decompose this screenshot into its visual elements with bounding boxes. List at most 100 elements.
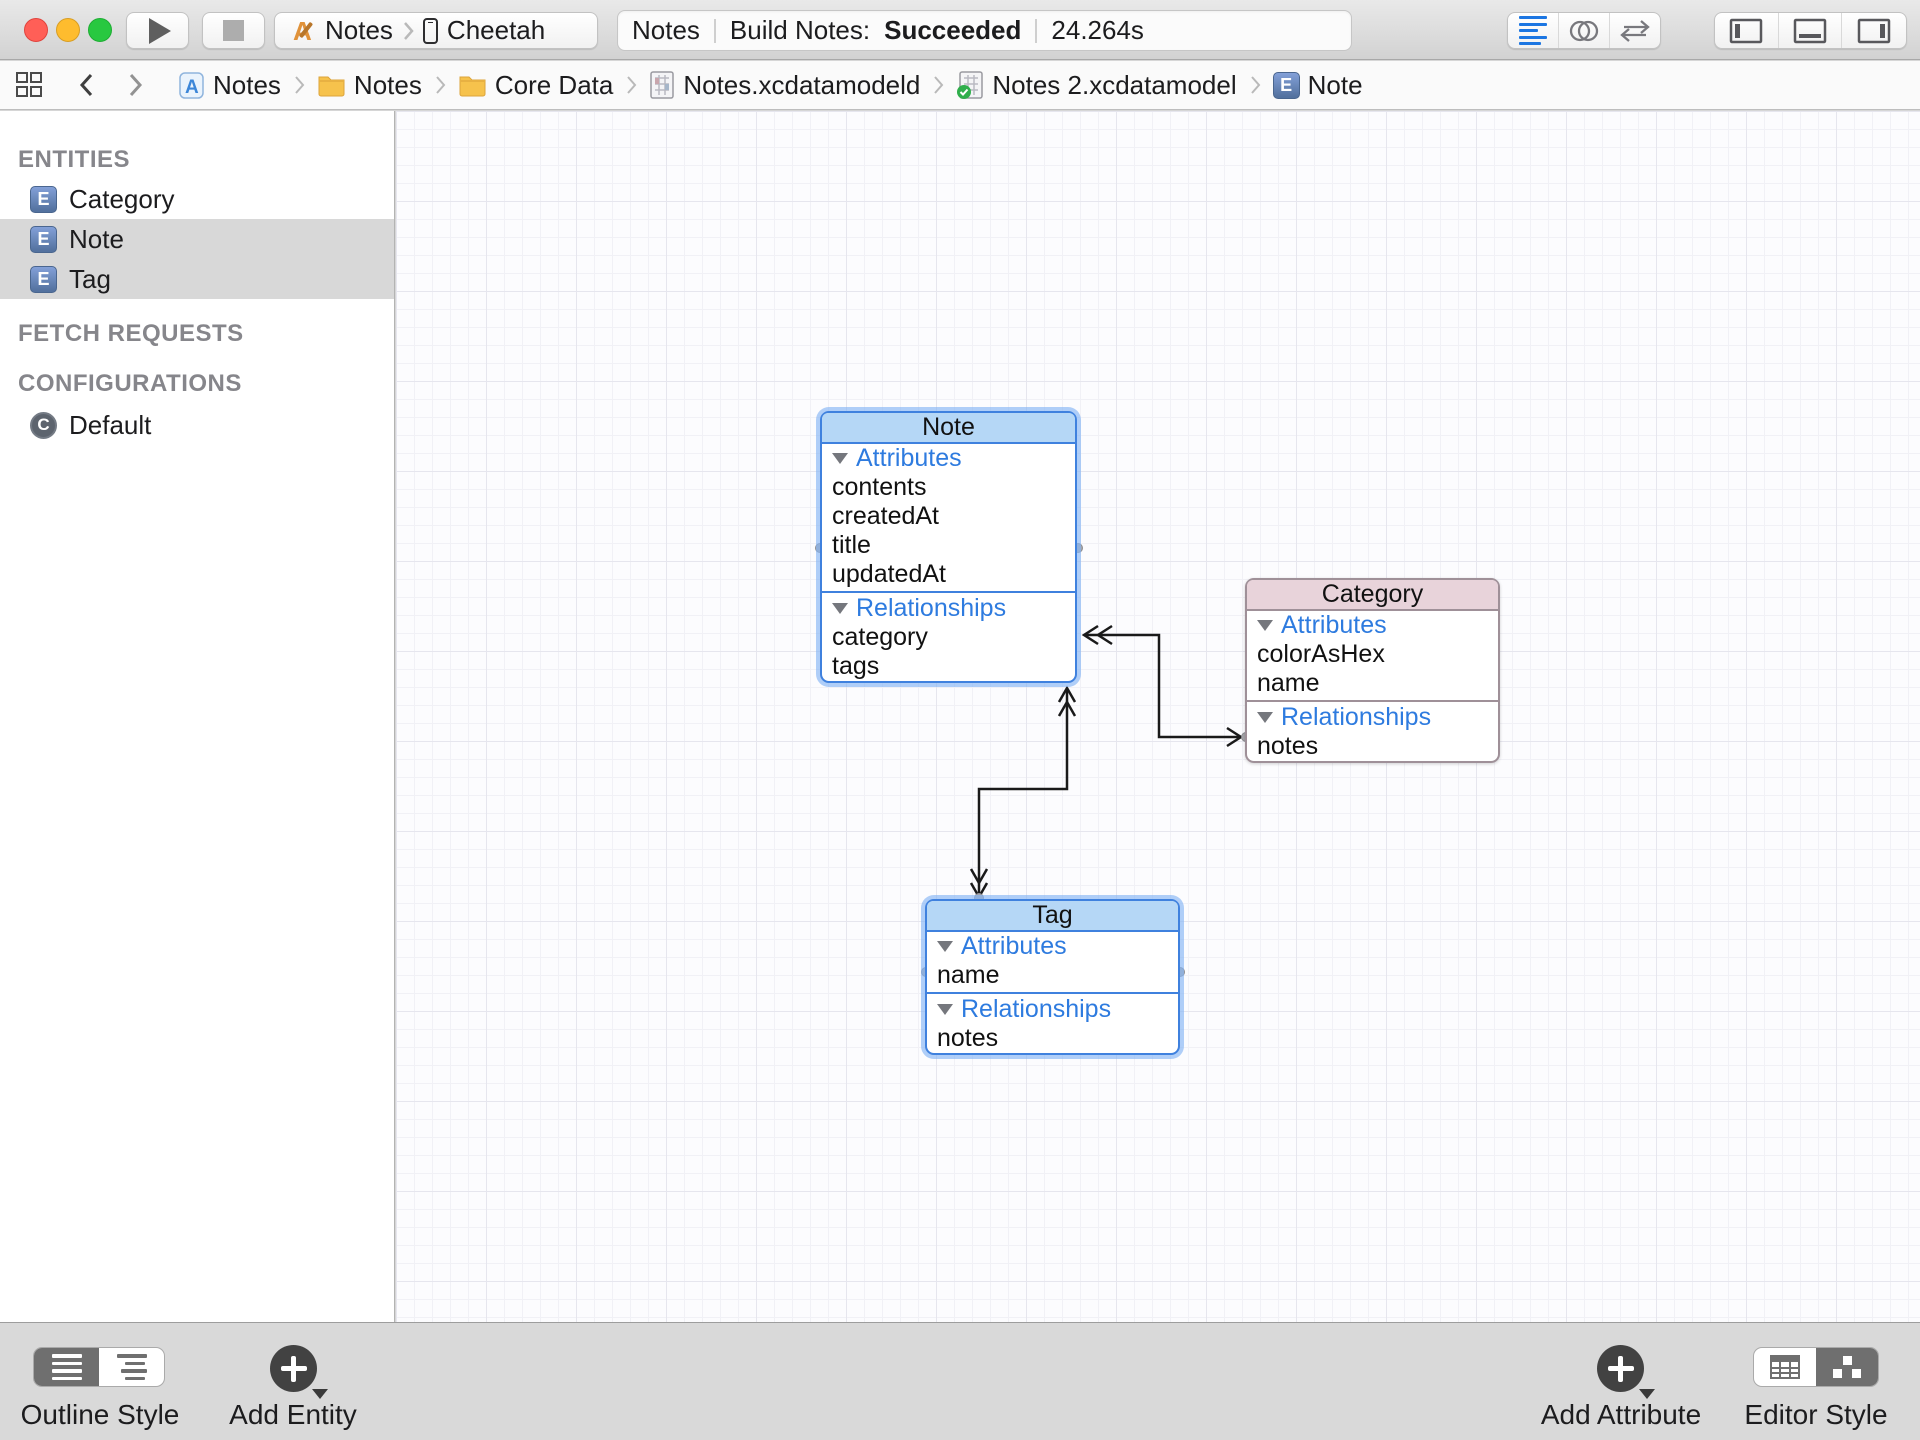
relationship-arrows — [396, 111, 1920, 1322]
status-project: Notes — [632, 15, 700, 46]
forward-icon[interactable] — [128, 72, 144, 98]
outline-style-label: Outline Style — [10, 1399, 190, 1431]
standard-editor-button[interactable] — [1508, 13, 1559, 48]
assistant-editor-icon — [1567, 18, 1601, 44]
editor-style-table-button[interactable] — [1754, 1348, 1816, 1386]
breadcrumb-xcdatamodeld[interactable]: Notes.xcdatamodeld — [649, 70, 920, 101]
editor-mode-segmented-control — [1507, 12, 1661, 49]
bottom-bar: Outline Style Add Entity Add Attribute — [0, 1322, 1920, 1440]
relationships-section-row[interactable]: Relationships — [927, 995, 1178, 1024]
outline-style-flat-icon — [52, 1354, 82, 1380]
disclosure-triangle-icon[interactable] — [937, 941, 953, 952]
editor-style-graph-button[interactable] — [1816, 1348, 1878, 1386]
attribute-row[interactable]: name — [927, 961, 1178, 990]
navigator-panel-toggle[interactable] — [1715, 13, 1779, 48]
relationships-section-row[interactable]: Relationships — [1247, 703, 1498, 732]
section-divider — [1247, 700, 1498, 702]
attribute-row[interactable]: contents — [822, 473, 1075, 502]
sidebar-item-default[interactable]: C Default — [0, 405, 394, 445]
svg-text:A: A — [185, 77, 199, 98]
entity-box-tag[interactable]: Tag Attributes name Relationships notes — [925, 899, 1180, 1055]
status-divider — [714, 19, 716, 43]
breadcrumb-group-core-data[interactable]: Core Data — [458, 70, 614, 101]
scheme-selector[interactable]: A Notes Cheetah — [274, 12, 598, 49]
section-header-entities: ENTITIES — [18, 145, 394, 175]
debug-area-toggle[interactable] — [1779, 13, 1843, 48]
entity-icon: E — [1273, 72, 1300, 99]
close-button[interactable] — [24, 18, 48, 42]
attributes-section-row[interactable]: Attributes — [927, 932, 1178, 961]
related-items-icon[interactable] — [14, 70, 44, 100]
breadcrumb-project[interactable]: A Notes — [178, 70, 281, 101]
disclosure-triangle-icon[interactable] — [937, 1004, 953, 1015]
attribute-row[interactable]: name — [1247, 669, 1498, 698]
add-entity-dropdown-caret[interactable] — [312, 1389, 328, 1399]
sidebar-item-label: Note — [69, 224, 124, 255]
device-icon — [423, 18, 438, 44]
relationship-row[interactable]: notes — [1247, 732, 1498, 761]
breadcrumb-group-notes[interactable]: Notes — [317, 70, 422, 101]
breadcrumb-label: Notes.xcdatamodeld — [683, 70, 920, 101]
chevron-separator-icon — [293, 75, 305, 95]
disclosure-triangle-icon[interactable] — [832, 603, 848, 614]
run-button[interactable] — [126, 12, 189, 49]
add-attribute-button[interactable] — [1597, 1345, 1644, 1392]
sidebar-item-category[interactable]: E Category — [0, 179, 394, 219]
attributes-section-label: Attributes — [961, 932, 1067, 961]
attributes-section-label: Attributes — [856, 444, 962, 473]
version-editor-button[interactable] — [1610, 13, 1660, 48]
relationship-row[interactable]: notes — [927, 1024, 1178, 1053]
relationships-section-row[interactable]: Relationships — [822, 594, 1075, 623]
disclosure-triangle-icon[interactable] — [1257, 620, 1273, 631]
attribute-row[interactable]: updatedAt — [822, 560, 1075, 589]
chevron-separator-icon — [1249, 75, 1261, 95]
disclosure-triangle-icon[interactable] — [1257, 712, 1273, 723]
xcode-window: A Notes Cheetah Notes Build Notes: Succe… — [0, 0, 1920, 1440]
relationship-row[interactable]: category — [822, 623, 1075, 652]
zoom-button[interactable] — [88, 18, 112, 42]
section-header-fetch-requests: FETCH REQUESTS — [18, 319, 394, 349]
model-sidebar: ENTITIES E Category E Note E Tag FETCH R… — [0, 111, 395, 1322]
entity-box-category[interactable]: Category Attributes colorAsHex name Rela… — [1245, 578, 1500, 763]
activity-viewer[interactable]: Notes Build Notes: Succeeded 24.264s — [617, 10, 1352, 51]
note-tag-relationship-line — [971, 688, 1075, 897]
outline-style-flat-button[interactable] — [34, 1348, 99, 1386]
sidebar-item-note[interactable]: E Note — [0, 219, 394, 259]
inspector-panel-toggle[interactable] — [1842, 13, 1906, 48]
attribute-row[interactable]: createdAt — [822, 502, 1075, 531]
attributes-section-row[interactable]: Attributes — [822, 444, 1075, 473]
diagram-canvas[interactable]: Note Attributes contents createdAt title… — [396, 111, 1920, 1322]
play-icon — [149, 18, 171, 44]
add-entity-button[interactable] — [270, 1345, 317, 1392]
attributes-section-row[interactable]: Attributes — [1247, 611, 1498, 640]
svg-text:A: A — [293, 17, 312, 44]
outline-style-hierarchical-icon — [117, 1354, 147, 1380]
add-attribute-label: Add Attribute — [1531, 1399, 1711, 1431]
assistant-editor-button[interactable] — [1559, 13, 1609, 48]
outline-style-hierarchical-button[interactable] — [99, 1348, 164, 1386]
configuration-icon: C — [30, 412, 57, 439]
breadcrumb-xcdatamodel[interactable]: Notes 2.xcdatamodel — [956, 70, 1236, 101]
jump-bar: A Notes Notes Core Data — [0, 61, 1920, 110]
add-attribute-dropdown-caret[interactable] — [1639, 1389, 1655, 1399]
back-icon[interactable] — [78, 72, 94, 98]
entity-box-note[interactable]: Note Attributes contents createdAt title… — [820, 411, 1077, 683]
attribute-row[interactable]: title — [822, 531, 1075, 560]
chevron-separator-icon — [434, 75, 446, 95]
standard-editor-icon — [1519, 16, 1547, 45]
stop-button[interactable] — [202, 12, 265, 49]
attribute-row[interactable]: colorAsHex — [1247, 640, 1498, 669]
relationship-row[interactable]: tags — [822, 652, 1075, 681]
status-build-result: Succeeded — [884, 15, 1021, 46]
note-category-relationship-line — [1084, 626, 1241, 746]
breadcrumb-entity-note[interactable]: E Note — [1273, 70, 1363, 101]
entity-box-title: Category — [1247, 580, 1498, 611]
sidebar-item-tag[interactable]: E Tag — [0, 259, 394, 299]
entity-name: Tag — [1032, 901, 1072, 930]
stop-icon — [223, 20, 244, 41]
disclosure-triangle-icon[interactable] — [832, 453, 848, 464]
minimize-button[interactable] — [56, 18, 80, 42]
attributes-section-label: Attributes — [1281, 611, 1387, 640]
entity-icon: E — [30, 186, 57, 213]
entity-name: Category — [1322, 580, 1423, 609]
